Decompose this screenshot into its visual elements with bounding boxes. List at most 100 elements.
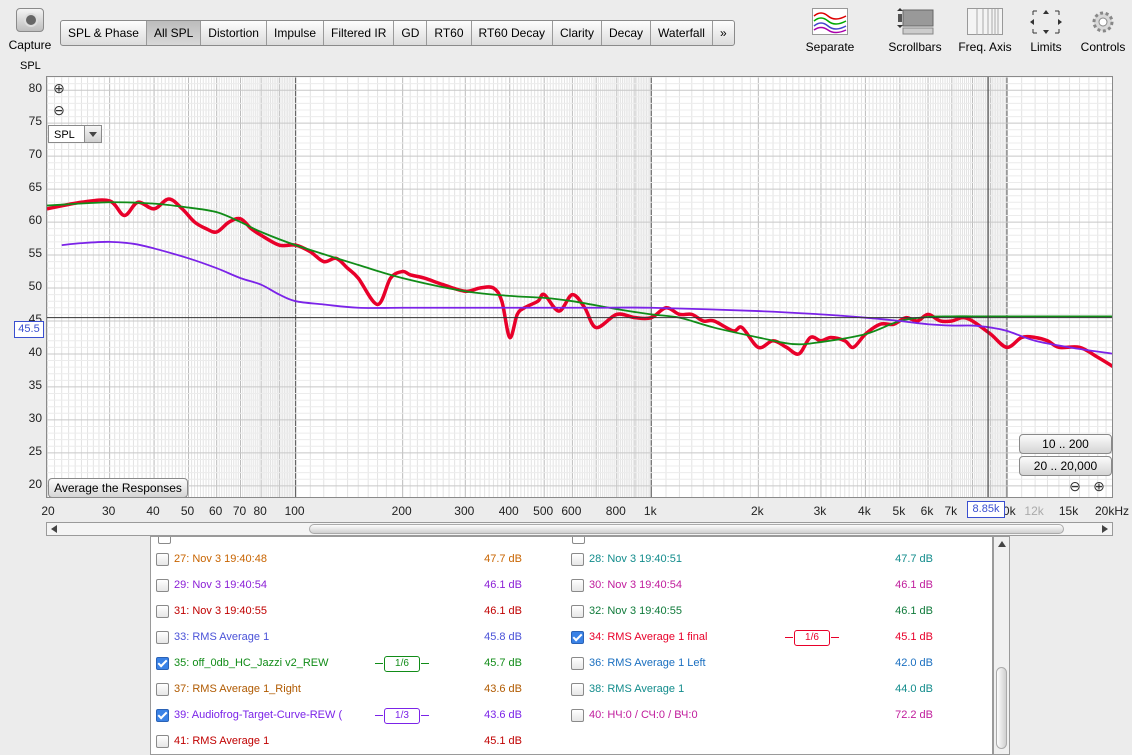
vertical-scrollbar[interactable] — [993, 536, 1010, 755]
checkbox-partial[interactable] — [158, 537, 171, 544]
measurement-checkbox[interactable] — [571, 553, 584, 566]
measurement-value: 44.0 dB — [895, 683, 933, 695]
x-tick-label: 600 — [561, 504, 582, 518]
scroll-right-icon[interactable] — [1102, 525, 1108, 533]
measurement-value: 46.1 dB — [895, 579, 933, 591]
zoom-out-icon[interactable]: ⊖ — [52, 103, 66, 117]
x-tick-label: 1k — [643, 504, 657, 518]
average-responses-button[interactable]: Average the Responses — [48, 478, 188, 498]
tab-rt60[interactable]: RT60 — [427, 21, 472, 45]
y-tick-label: 25 — [28, 443, 42, 458]
chevron-down-icon — [84, 126, 101, 142]
tab-more[interactable]: » — [713, 21, 734, 45]
limits-button[interactable]: Limits — [1020, 8, 1072, 54]
range-20-20000-button[interactable]: 20 .. 20,000 — [1019, 456, 1112, 476]
measurement-checkbox[interactable] — [156, 631, 169, 644]
measurement-row[interactable]: 34: RMS Average 1 final 1/6 45.1 dB — [571, 627, 986, 647]
y-tick-label: 40 — [28, 344, 42, 359]
x-tick-label: 30 — [101, 504, 116, 518]
controls-label: Controls — [1080, 40, 1126, 54]
measurement-row[interactable]: 41: RMS Average 1 45.1 dB — [156, 731, 571, 751]
measurement-name: 41: RMS Average 1 — [174, 735, 270, 747]
measurement-checkbox[interactable] — [571, 579, 584, 592]
smoothing-badge[interactable]: 1/6 — [785, 630, 839, 646]
measurement-row[interactable]: 27: Nov 3 19:40:48 47.7 dB — [156, 549, 571, 569]
capture-label: Capture — [8, 38, 52, 52]
measurement-row[interactable]: 39: Audiofrog-Target-Curve-REW (1/3 43.6 … — [156, 705, 571, 725]
y-tick-label: 35 — [28, 377, 42, 392]
measurement-checkbox[interactable] — [571, 709, 584, 722]
tab-clarity[interactable]: Clarity — [553, 21, 603, 45]
plot-area[interactable] — [46, 76, 1113, 498]
horizontal-scrollbar[interactable] — [46, 522, 1113, 536]
measurement-row[interactable]: 35: off_0db_HC_Jazzi v2_REW 1/6 45.7 dB — [156, 653, 571, 673]
tab-impulse[interactable]: Impulse — [267, 21, 325, 45]
tab-spl-phase[interactable]: SPL & Phase — [61, 21, 147, 45]
measurement-row[interactable]: 40: НЧ:0 / СЧ:0 / ВЧ:0 72.2 dB — [571, 705, 986, 725]
measurement-checkbox[interactable] — [156, 605, 169, 618]
capture-button[interactable]: Capture — [4, 8, 56, 54]
measurement-row[interactable]: 30: Nov 3 19:40:54 46.1 dB — [571, 575, 986, 595]
zoom-in-x-icon[interactable]: ⊕ — [1092, 479, 1106, 493]
tab-waterfall[interactable]: Waterfall — [651, 21, 713, 45]
tab-distortion[interactable]: Distortion — [201, 21, 267, 45]
measurement-checkbox[interactable] — [156, 735, 169, 748]
y-tick-label: 55 — [28, 246, 42, 261]
scroll-left-icon[interactable] — [51, 525, 57, 533]
measurement-row[interactable]: 36: RMS Average 1 Left 42.0 dB — [571, 653, 986, 673]
graph-type-select[interactable]: SPL — [48, 125, 102, 143]
x-tick-label: 15k — [1058, 504, 1079, 518]
measurement-row[interactable]: 28: Nov 3 19:40:51 47.7 dB — [571, 549, 986, 569]
measurement-checkbox[interactable] — [156, 709, 169, 722]
scroll-thumb[interactable] — [309, 524, 1064, 534]
measurement-row[interactable]: 32: Nov 3 19:40:55 46.1 dB — [571, 601, 986, 621]
measurement-row[interactable]: 31: Nov 3 19:40:55 46.1 dB — [156, 601, 571, 621]
measurement-checkbox[interactable] — [156, 683, 169, 696]
measurement-checkbox[interactable] — [156, 579, 169, 592]
y-tick-label: 60 — [28, 213, 42, 228]
y-tick-label: 80 — [28, 81, 42, 96]
tab-filtered-ir[interactable]: Filtered IR — [324, 21, 395, 45]
separate-button[interactable]: Separate — [800, 8, 860, 54]
tab-all-spl[interactable]: All SPL — [146, 21, 202, 45]
cursor-y-readout: 45.5 — [14, 321, 44, 338]
measurement-name: 35: off_0db_HC_Jazzi v2_REW — [174, 657, 329, 669]
measurement-checkbox[interactable] — [156, 553, 169, 566]
x-tick-label: 7k — [944, 504, 958, 518]
measurement-checkbox[interactable] — [156, 657, 169, 670]
tab-gd[interactable]: GD — [394, 21, 428, 45]
measurement-checkbox[interactable] — [571, 631, 584, 644]
freq-axis-label: Freq. Axis — [958, 40, 1012, 54]
measurement-checkbox[interactable] — [571, 683, 584, 696]
freq-axis-button[interactable]: Freq. Axis — [954, 8, 1016, 54]
measurement-checkbox[interactable] — [571, 605, 584, 618]
measurement-list: 27: Nov 3 19:40:48 47.7 dB 28: Nov 3 19:40… — [150, 536, 993, 755]
x-tick-label-minor: 12k — [1024, 504, 1044, 518]
zoom-out-x-icon[interactable]: ⊖ — [1068, 479, 1082, 493]
measurement-value: 47.7 dB — [484, 553, 522, 565]
measurement-row[interactable]: 29: Nov 3 19:40:54 46.1 dB — [156, 575, 571, 595]
view-tabs: SPL & Phase All SPL Distortion Impulse Filte… — [60, 20, 735, 46]
checkbox-partial[interactable] — [572, 537, 585, 544]
separate-icon — [800, 8, 860, 36]
smoothing-badge[interactable]: 1/3 — [375, 708, 429, 724]
controls-button[interactable]: Controls — [1074, 8, 1132, 54]
measurement-row[interactable]: 33: RMS Average 1 45.8 dB — [156, 627, 571, 647]
tab-decay[interactable]: Decay — [602, 21, 652, 45]
measurement-row[interactable]: 38: RMS Average 1 44.0 dB — [571, 679, 986, 699]
scroll-up-icon[interactable] — [998, 541, 1006, 547]
x-tick-label: 500 — [533, 504, 554, 518]
measurement-name: 30: Nov 3 19:40:54 — [589, 579, 682, 591]
scrollbars-button[interactable]: Scrollbars — [884, 8, 946, 54]
measurement-checkbox[interactable] — [571, 657, 584, 670]
scroll-thumb-vertical[interactable] — [996, 667, 1007, 749]
x-tick-label: 60 — [209, 504, 223, 518]
limits-label: Limits — [1030, 40, 1062, 54]
y-tick-label: 50 — [28, 279, 42, 293]
smoothing-badge[interactable]: 1/6 — [375, 656, 429, 672]
measurement-value: 46.1 dB — [484, 579, 522, 591]
tab-rt60-decay[interactable]: RT60 Decay — [472, 21, 553, 45]
measurement-row[interactable]: 37: RMS Average 1_Right 43.6 dB — [156, 679, 571, 699]
range-10-200-button[interactable]: 10 .. 200 — [1019, 434, 1112, 454]
zoom-in-icon[interactable]: ⊕ — [52, 81, 66, 95]
